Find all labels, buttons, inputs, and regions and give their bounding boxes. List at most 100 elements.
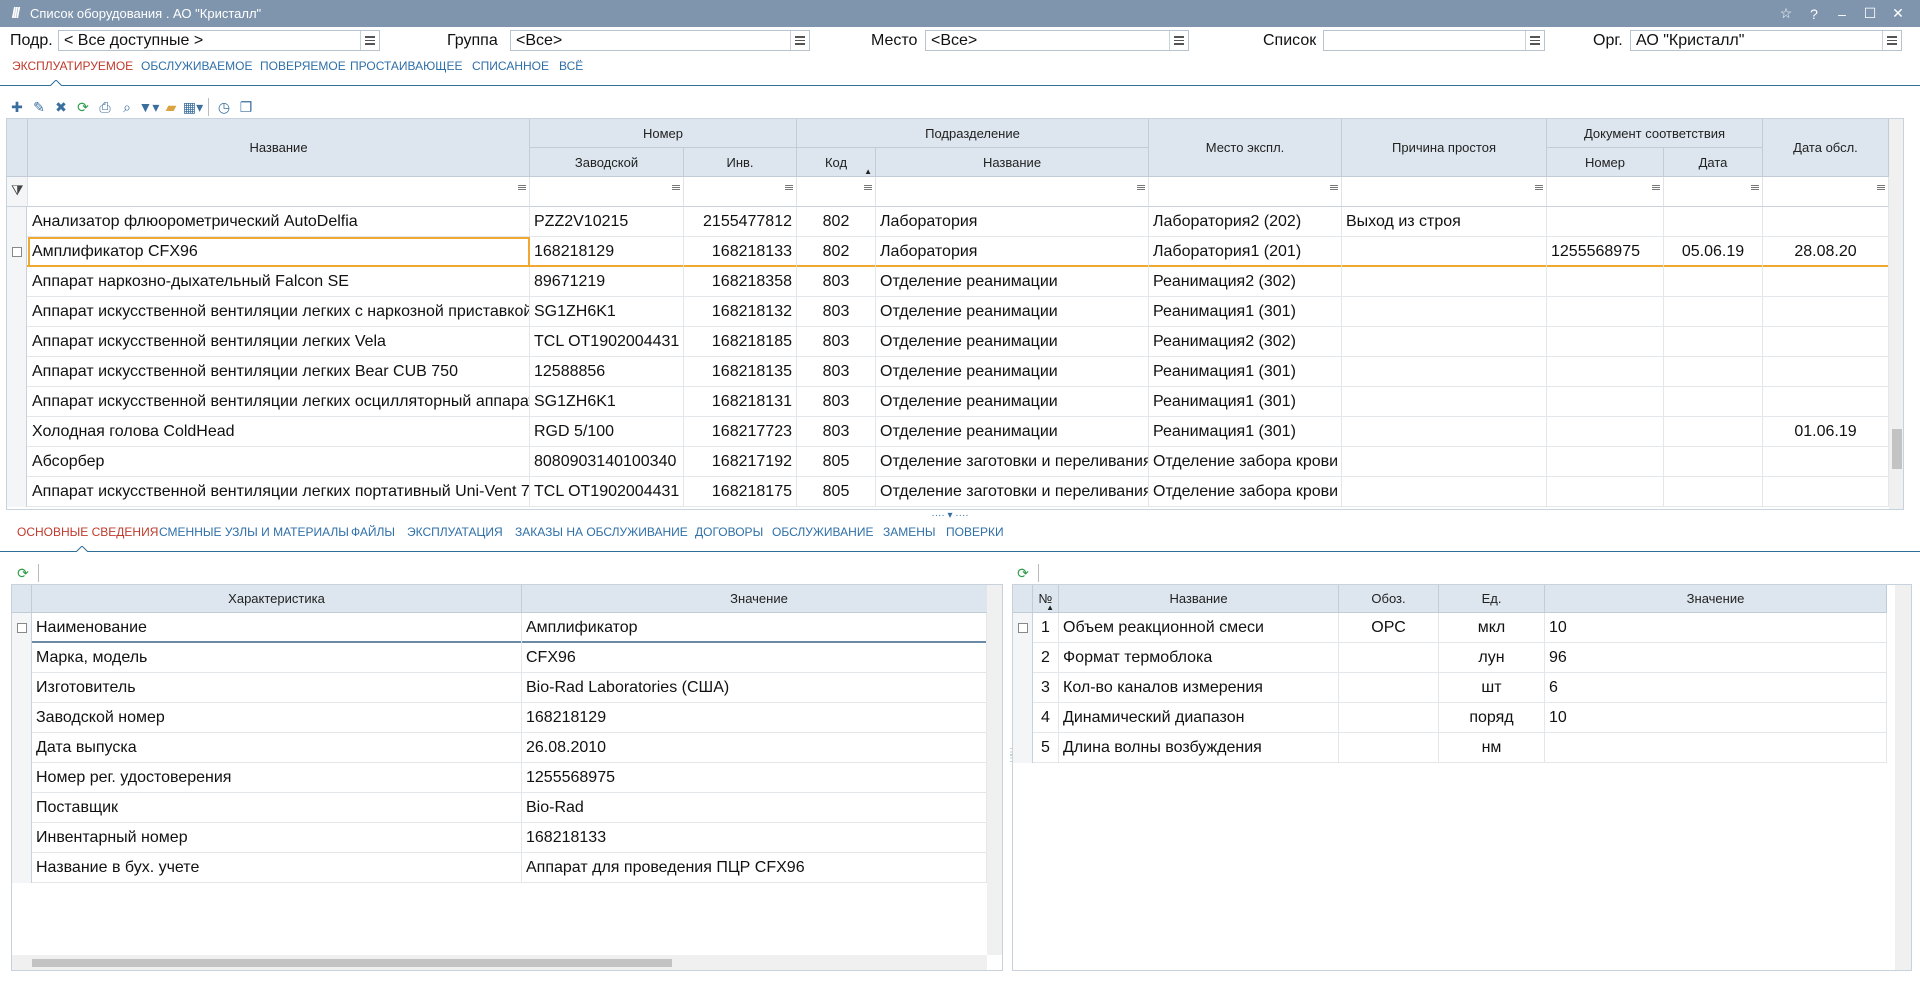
menu-icon[interactable]	[1877, 185, 1885, 190]
search-icon[interactable]: ⌕	[116, 96, 138, 118]
row-indicator[interactable]	[1013, 733, 1033, 763]
col-zav[interactable]: Заводской	[530, 148, 684, 177]
tab-contracts[interactable]: ДОГОВОРЫ	[695, 525, 763, 539]
tab-files[interactable]: ФАЙЛЫ	[351, 525, 395, 539]
print-icon[interactable]: ⎙	[94, 96, 116, 118]
col-param-value[interactable]: Значение	[1545, 585, 1887, 613]
col-ed[interactable]: Ед.	[1439, 585, 1545, 613]
col-mesto[interactable]: Место экспл.	[1149, 119, 1342, 177]
table-row[interactable]: Абсорбер 8080903140100340 168217192 805 Отде…	[7, 447, 1889, 477]
table-row[interactable]: Аппарат искусственной вентиляции легких …	[7, 327, 1889, 357]
table-row[interactable]: Анализатор флюорометрический AutoDelfia P…	[7, 207, 1889, 237]
delete-icon[interactable]: ✖	[50, 96, 72, 118]
tab-written-off[interactable]: СПИСАННОЕ	[472, 59, 549, 73]
list-item[interactable]: Дата выпуска 26.08.2010	[12, 733, 987, 763]
vertical-scrollbar[interactable]	[1889, 119, 1903, 509]
list-item[interactable]: 2 Формат термоблока лун 96	[1013, 643, 1887, 673]
mesto-field[interactable]: <Все>	[925, 30, 1189, 51]
col-value[interactable]: Значение	[522, 585, 997, 613]
row-indicator[interactable]	[12, 853, 32, 883]
row-indicator[interactable]	[12, 793, 32, 823]
menu-icon[interactable]	[864, 185, 872, 190]
col-n[interactable]: № ▲	[1033, 585, 1059, 613]
menu-icon[interactable]	[1882, 31, 1901, 50]
vertical-scrollbar[interactable]	[987, 585, 1002, 955]
menu-icon[interactable]	[1330, 185, 1338, 190]
col-inv[interactable]: Инв.	[684, 148, 797, 177]
col-prichina[interactable]: Причина простоя	[1342, 119, 1547, 177]
menu-icon[interactable]	[785, 185, 793, 190]
close-button[interactable]: ✕	[1884, 5, 1912, 22]
filter-cell-name[interactable]	[28, 177, 530, 207]
menu-icon[interactable]	[1525, 31, 1544, 50]
filter-cell-prichina[interactable]	[1342, 177, 1547, 207]
row-indicator[interactable]	[7, 477, 27, 507]
scroll-thumb[interactable]	[1892, 429, 1902, 469]
help-icon[interactable]: ?	[1800, 6, 1828, 22]
menu-icon[interactable]	[790, 31, 809, 50]
col-param-name[interactable]: Название	[1059, 585, 1339, 613]
row-indicator[interactable]	[7, 387, 27, 417]
list-item[interactable]: Наименование Амплификатор	[12, 613, 987, 643]
row-checkbox[interactable]	[12, 247, 22, 257]
tab-maintenance[interactable]: ОБСЛУЖИВАНИЕ	[772, 525, 873, 539]
col-podr-name[interactable]: Название	[876, 148, 1149, 177]
horizontal-scrollbar[interactable]	[12, 955, 987, 970]
history-icon[interactable]: ◷	[213, 96, 235, 118]
list-item[interactable]: Название в бух. учете Аппарат для проведе…	[12, 853, 987, 883]
list-item[interactable]: Номер рег. удостоверения 1255568975	[12, 763, 987, 793]
menu-icon[interactable]	[360, 31, 379, 50]
row-indicator[interactable]	[7, 357, 27, 387]
filter-cell-obsl[interactable]	[1763, 177, 1889, 207]
tab-all[interactable]: ВСЁ	[559, 59, 583, 73]
list-item[interactable]: Изготовитель Bio-Rad Laboratories (США)	[12, 673, 987, 703]
tab-exploit[interactable]: ЭКСПЛУАТИРУЕМОЕ	[12, 59, 133, 73]
menu-icon[interactable]	[1751, 185, 1759, 190]
table-row[interactable]: Аппарат наркозно-дыхательный Falcon SE 89…	[7, 267, 1889, 297]
row-indicator[interactable]	[12, 673, 32, 703]
list-item[interactable]: Заводской номер 168218129	[12, 703, 987, 733]
row-indicator[interactable]	[7, 267, 27, 297]
menu-icon[interactable]	[518, 185, 526, 190]
table-row[interactable]: Аппарат искусственной вентиляции легких …	[7, 297, 1889, 327]
row-indicator[interactable]	[12, 823, 32, 853]
row-indicator[interactable]	[7, 297, 27, 327]
list-item[interactable]: Инвентарный номер 168218133	[12, 823, 987, 853]
refresh-icon[interactable]: ⟳	[72, 96, 94, 118]
tab-basic[interactable]: ОСНОВНЫЕ СВЕДЕНИЯ	[17, 525, 158, 539]
maximize-button[interactable]: ☐	[1856, 5, 1884, 22]
filter-cell-kod[interactable]	[797, 177, 876, 207]
spisok-field[interactable]	[1323, 30, 1545, 51]
filter-icon[interactable]: ▼▾	[138, 96, 160, 118]
splitter-handle[interactable]: ···· ▾ ····	[920, 510, 980, 522]
col-name[interactable]: Название	[28, 119, 530, 177]
row-indicator[interactable]	[1013, 673, 1033, 703]
list-item[interactable]: 3 Кол-во каналов измерения шт 6	[1013, 673, 1887, 703]
filter-cell-doc_d[interactable]	[1664, 177, 1763, 207]
tab-service[interactable]: ОБСЛУЖИВАЕМОЕ	[141, 59, 253, 73]
list-item[interactable]: Марка, модель CFX96	[12, 643, 987, 673]
tab-replacements[interactable]: ЗАМЕНЫ	[883, 525, 936, 539]
tab-parts[interactable]: СМЕННЫЕ УЗЛЫ И МАТЕРИАЛЫ	[159, 525, 349, 539]
new-icon[interactable]: ✚	[6, 96, 28, 118]
row-indicator[interactable]	[7, 207, 27, 237]
filter-cell-zav[interactable]	[530, 177, 684, 207]
refresh-icon[interactable]: ⟳	[12, 562, 34, 584]
tab-operation[interactable]: ЭКСПЛУАТАЦИЯ	[407, 525, 503, 539]
refresh-icon[interactable]: ⟳	[1012, 562, 1034, 584]
list-item[interactable]: Поставщик Bio-Rad	[12, 793, 987, 823]
favorite-icon[interactable]: ☆	[1772, 5, 1800, 22]
table-row[interactable]: Аппарат искусственной вентиляции легких …	[7, 387, 1889, 417]
row-checkbox[interactable]	[1018, 623, 1028, 633]
tab-orders[interactable]: ЗАКАЗЫ НА ОБСЛУЖИВАНИЕ	[515, 525, 688, 539]
menu-icon[interactable]	[1535, 185, 1543, 190]
row-indicator[interactable]	[12, 643, 32, 673]
filter-icon[interactable]: ⧩	[7, 177, 28, 207]
row-indicator[interactable]	[12, 733, 32, 763]
row-indicator[interactable]	[12, 703, 32, 733]
filter-cell-podr[interactable]	[876, 177, 1149, 207]
row-indicator[interactable]	[7, 237, 27, 267]
gruppa-field[interactable]: <Все>	[510, 30, 810, 51]
col-doc-nomer[interactable]: Номер	[1547, 148, 1664, 177]
folder-icon[interactable]: ▰	[160, 96, 182, 118]
